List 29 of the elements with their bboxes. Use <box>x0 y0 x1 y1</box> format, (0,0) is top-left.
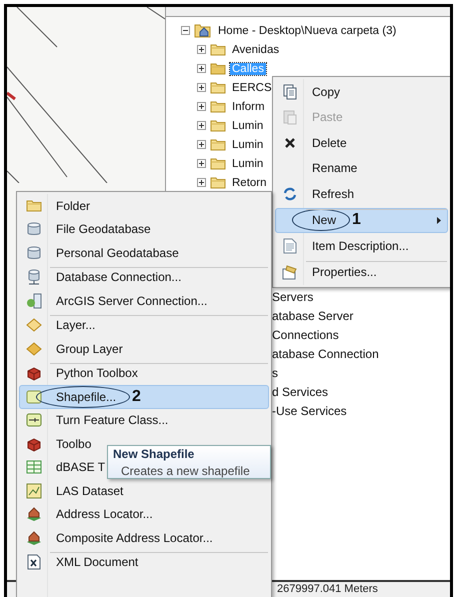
menu-label: Personal Geodatabase <box>56 246 179 260</box>
callout-number: 1 <box>352 211 361 230</box>
menu-label: Delete <box>312 136 347 150</box>
menu-label: Shapefile... <box>56 390 116 404</box>
tooltip-text: Creates a new shapefile <box>120 464 251 478</box>
menu-label: Rename <box>312 161 358 176</box>
menu-label: Python Toolbox <box>56 366 138 380</box>
menu-label: Composite Address Locator... <box>56 530 213 545</box>
menu-label: Paste <box>312 110 343 124</box>
menu-label: Layer... <box>56 318 96 332</box>
menu-label: New <box>312 213 336 228</box>
menu-label: Toolbo <box>56 436 92 451</box>
menu-label: Turn Feature Class... <box>56 413 168 428</box>
menu-label: Properties... <box>312 265 377 280</box>
coordinates-text: 2679997.041 Meters <box>277 583 378 595</box>
menu-label: Folder <box>56 198 90 213</box>
menu-label: ArcGIS Server Connection... <box>56 294 208 308</box>
callout-number: 2 <box>132 388 141 406</box>
tooltip-title: New Shapefile <box>113 447 196 461</box>
menu-label: Address Locator... <box>56 507 153 522</box>
menu-label: Copy <box>312 84 340 99</box>
menu-label: File Geodatabase <box>56 222 151 236</box>
menu-label: Item Description... <box>312 238 409 253</box>
menu-label: Database Connection... <box>56 270 182 284</box>
menu-label: LAS Dataset <box>56 484 124 498</box>
menu-label: XML Document <box>56 555 138 570</box>
menu-label: Group Layer <box>56 342 123 356</box>
menu-label: Refresh <box>312 186 354 201</box>
menu-label: dBASE T <box>56 460 106 474</box>
